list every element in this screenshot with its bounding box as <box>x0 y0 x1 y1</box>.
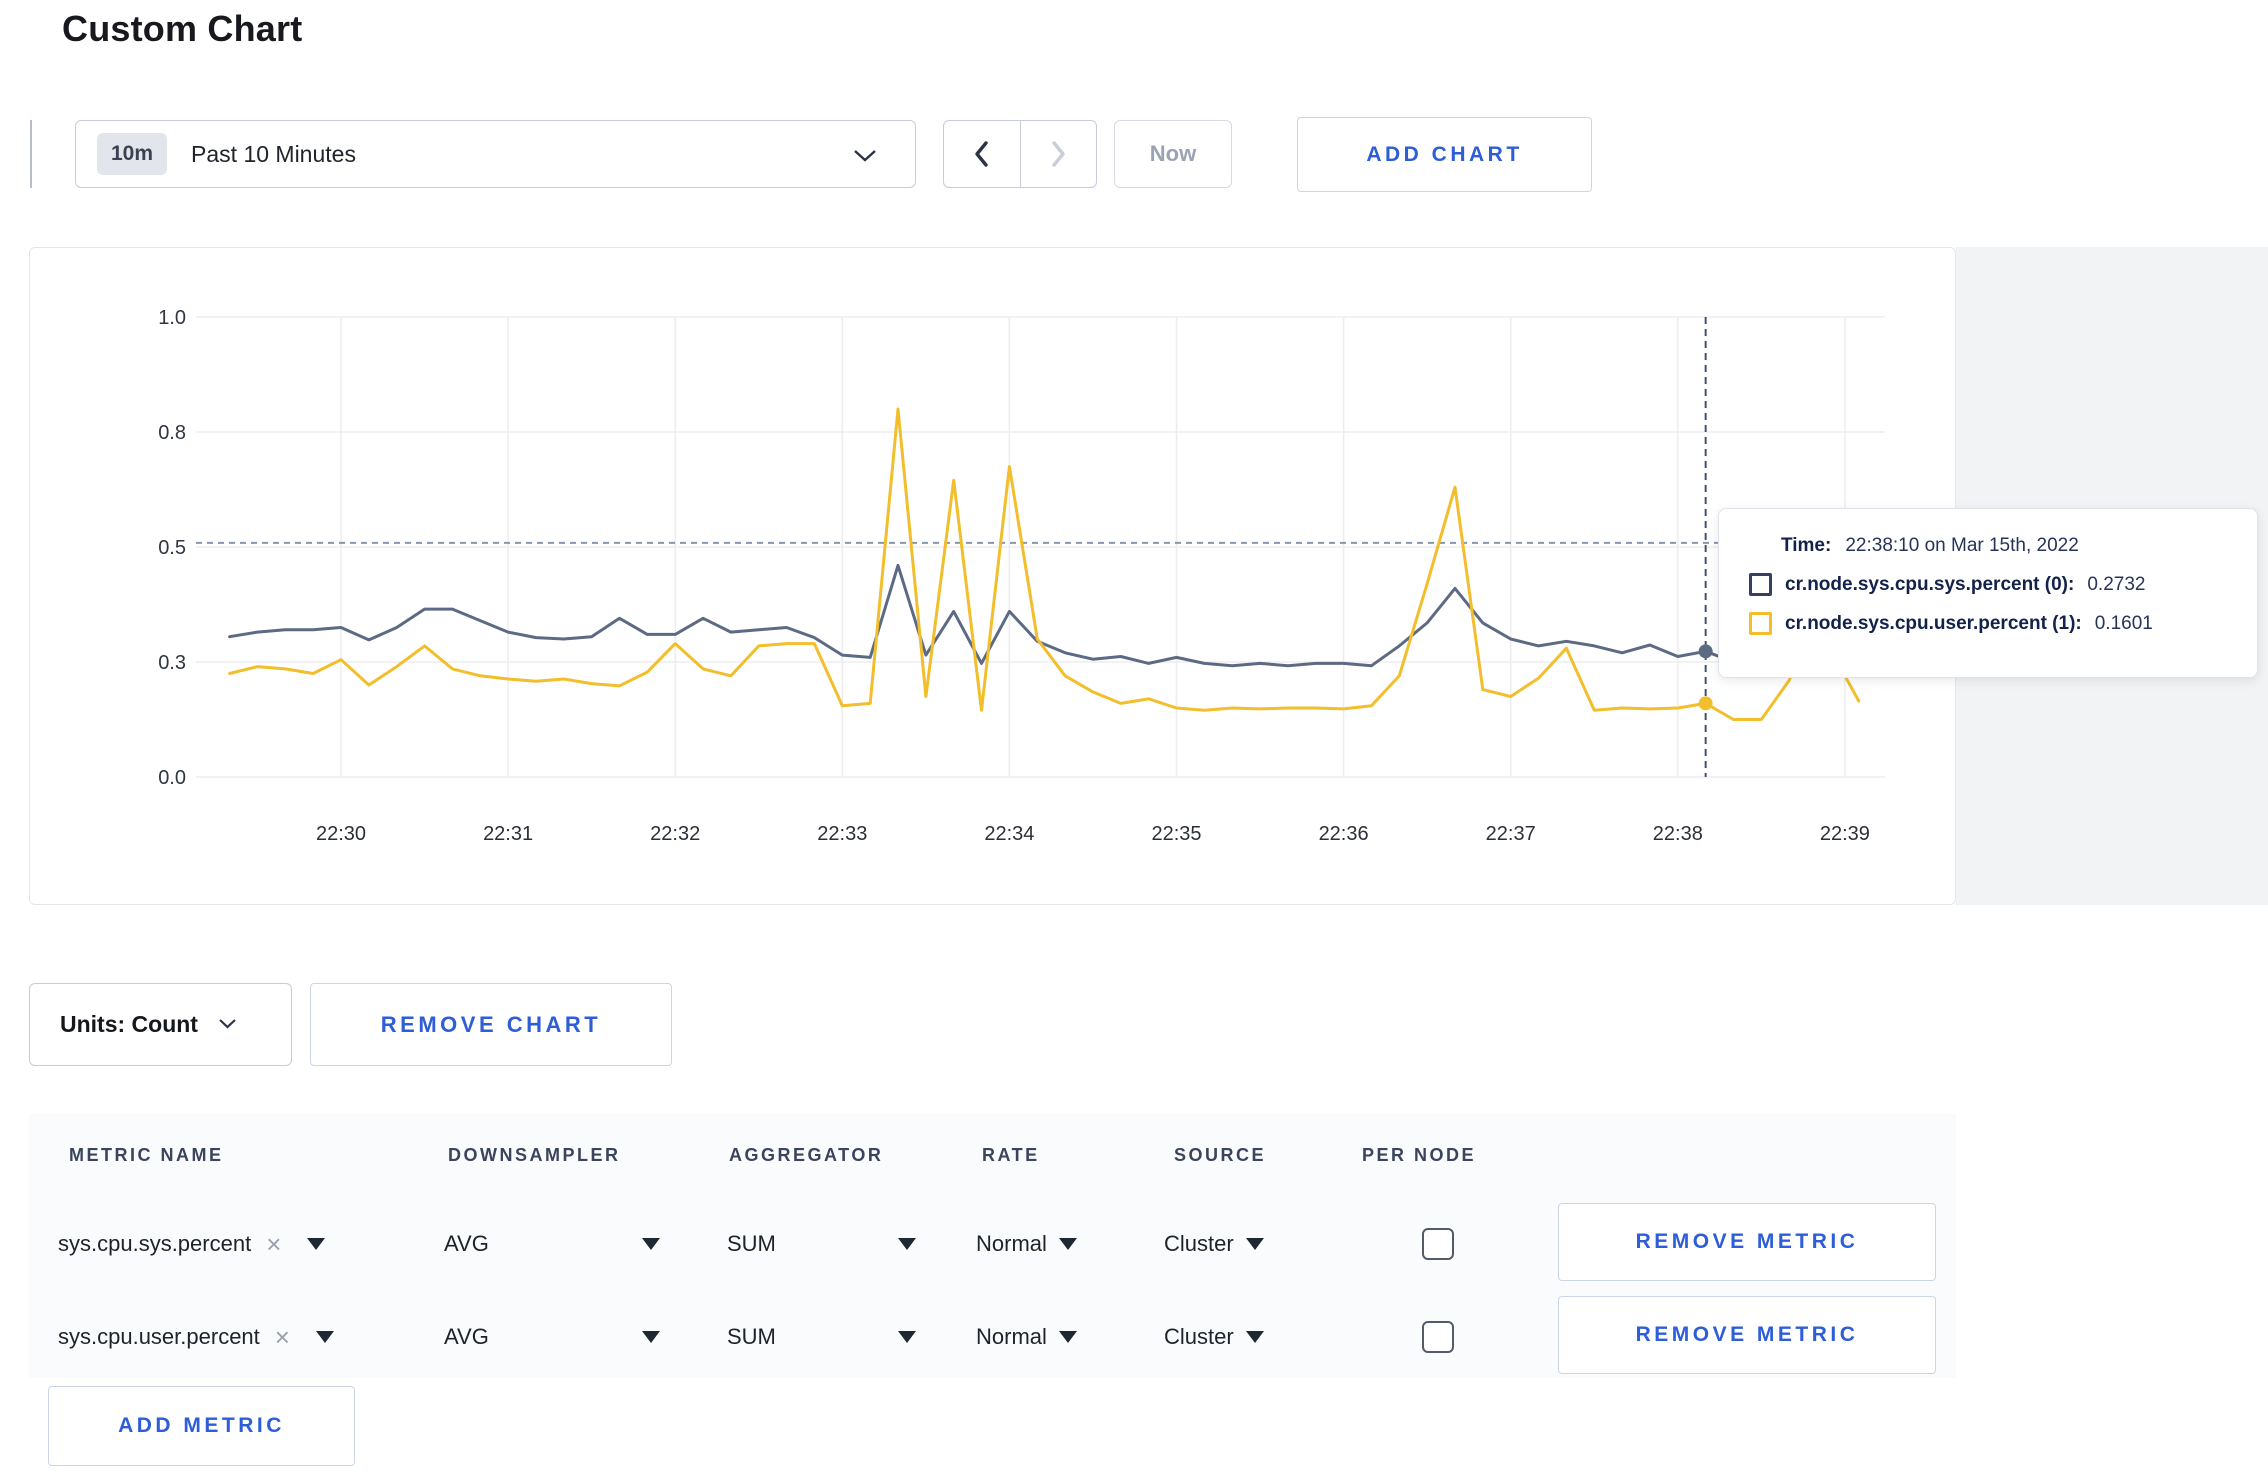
time-range-dropdown[interactable]: 10m Past 10 Minutes <box>75 120 916 188</box>
per-node-checkbox[interactable] <box>1422 1321 1454 1353</box>
x-axis-tick-label: 22:31 <box>483 823 533 845</box>
next-time-button[interactable] <box>1021 121 1097 187</box>
chevron-down-icon <box>218 1016 237 1034</box>
aggregator-value: SUM <box>727 1230 776 1256</box>
tooltip-series-label: cr.node.sys.cpu.user.percent (1): <box>1785 612 2082 634</box>
chevron-down-icon <box>853 149 877 167</box>
tooltip-series-row: cr.node.sys.cpu.user.percent (1): 0.1601 <box>1749 612 2257 635</box>
metric-row: sys.cpu.sys.percent × AVG SUM Normal Cluster R… <box>29 1197 1956 1290</box>
x-axis-tick-label: 22:36 <box>1319 823 1369 845</box>
aggregator-select[interactable]: SUM <box>727 1324 916 1350</box>
x-axis-tick-label: 22:32 <box>650 823 700 845</box>
hover-point-dot <box>1698 696 1713 711</box>
toolbar-divider <box>30 120 32 188</box>
time-range-label: Past 10 Minutes <box>191 140 356 167</box>
time-range-badge: 10m <box>97 133 168 175</box>
source-value: Cluster <box>1164 1230 1234 1256</box>
line-chart[interactable]: 0.0 0.3 0.5 0.8 1.0 22:30 22:31 22:32 22:33 22:34… <box>30 248 1955 904</box>
clear-metric-icon[interactable]: × <box>266 1231 281 1257</box>
dropdown-arrow-icon <box>1058 1237 1077 1250</box>
tooltip-time-value: 22:38:10 on Mar 15th, 2022 <box>1845 535 2079 556</box>
prev-time-button[interactable] <box>944 121 1020 187</box>
dropdown-arrow-icon <box>1058 1330 1077 1343</box>
x-axis-tick-label: 22:33 <box>817 823 867 845</box>
aggregator-select[interactable]: SUM <box>727 1231 916 1257</box>
rate-select[interactable]: Normal <box>976 1231 1077 1257</box>
dropdown-arrow-icon <box>642 1330 660 1343</box>
source-select[interactable]: Cluster <box>1164 1231 1264 1257</box>
remove-metric-button[interactable]: REMOVE METRIC <box>1558 1296 1936 1374</box>
y-axis-tick-label: 0.0 <box>158 767 186 789</box>
custom-chart-page: Custom Chart 10m Past 10 Minutes Now ADD… <box>0 0 2268 1478</box>
series-line <box>228 407 1861 721</box>
y-axis-tick-label: 0.5 <box>158 537 186 559</box>
units-label: Units: Count <box>60 1011 198 1037</box>
rate-select[interactable]: Normal <box>976 1324 1077 1350</box>
column-header-per-node: PER NODE <box>1362 1145 1477 1165</box>
x-axis-tick-label: 22:34 <box>984 823 1034 845</box>
x-axis-tick-label: 22:38 <box>1653 823 1703 845</box>
now-button[interactable]: Now <box>1114 120 1232 188</box>
tooltip-time-label: Time: <box>1781 535 1832 556</box>
remove-metric-button[interactable]: REMOVE METRIC <box>1558 1203 1936 1281</box>
dropdown-arrow-icon <box>642 1237 660 1250</box>
chart-card: 0.0 0.3 0.5 0.8 1.0 22:30 22:31 22:32 22:33 22:34… <box>29 247 1956 905</box>
per-node-checkbox[interactable] <box>1422 1228 1454 1260</box>
metric-name-select[interactable]: sys.cpu.user.percent × <box>58 1324 334 1350</box>
metric-name-value: sys.cpu.sys.percent <box>58 1230 252 1256</box>
chart-tooltip: Time: 22:38:10 on Mar 15th, 2022 cr.node.… <box>1718 508 2258 678</box>
dropdown-arrow-icon[interactable] <box>307 1237 326 1250</box>
tooltip-series-row: cr.node.sys.cpu.sys.percent (0): 0.2732 <box>1749 573 2257 596</box>
x-axis-tick-label: 22:35 <box>1151 823 1201 845</box>
column-header-metric-name: METRIC NAME <box>69 1145 224 1165</box>
add-chart-button[interactable]: ADD CHART <box>1297 117 1592 192</box>
source-select[interactable]: Cluster <box>1164 1324 1264 1350</box>
metric-row: sys.cpu.user.percent × AVG SUM Normal Cluster… <box>29 1290 1956 1383</box>
y-axis-tick-label: 1.0 <box>158 307 186 329</box>
hover-point-dot <box>1698 644 1713 659</box>
x-axis-tick-label: 22:37 <box>1486 823 1536 845</box>
downsampler-select[interactable]: AVG <box>444 1324 660 1350</box>
dropdown-arrow-icon <box>1245 1237 1264 1250</box>
remove-chart-button[interactable]: REMOVE CHART <box>310 983 672 1066</box>
dropdown-arrow-icon <box>898 1330 916 1343</box>
units-dropdown[interactable]: Units: Count <box>29 983 292 1066</box>
downsampler-value: AVG <box>444 1230 489 1256</box>
aggregator-value: SUM <box>727 1323 776 1349</box>
downsampler-select[interactable]: AVG <box>444 1231 660 1257</box>
add-metric-button[interactable]: ADD METRIC <box>48 1386 355 1466</box>
tooltip-time: Time: 22:38:10 on Mar 15th, 2022 <box>1781 535 2257 557</box>
series-line <box>228 563 1847 668</box>
downsampler-value: AVG <box>444 1323 489 1349</box>
x-axis-tick-label: 22:39 <box>1820 823 1870 845</box>
column-header-source: SOURCE <box>1174 1145 1267 1165</box>
rate-value: Normal <box>976 1230 1047 1256</box>
column-header-aggregator: AGGREGATOR <box>729 1145 884 1165</box>
y-axis-tick-label: 0.3 <box>158 652 186 674</box>
tooltip-series-value: 0.1601 <box>2094 612 2153 634</box>
series-swatch-icon <box>1749 612 1772 635</box>
page-title: Custom Chart <box>62 8 303 49</box>
x-axis-tick-label: 22:30 <box>316 823 366 845</box>
rate-value: Normal <box>976 1323 1047 1349</box>
column-header-rate: RATE <box>982 1145 1040 1165</box>
metrics-table: METRIC NAME DOWNSAMPLER AGGREGATOR RATE … <box>29 1114 1956 1378</box>
dropdown-arrow-icon <box>898 1237 916 1250</box>
source-value: Cluster <box>1164 1323 1234 1349</box>
metric-name-value: sys.cpu.user.percent <box>58 1323 260 1349</box>
dropdown-arrow-icon <box>1245 1330 1264 1343</box>
time-pager <box>943 120 1097 188</box>
column-header-downsampler: DOWNSAMPLER <box>448 1145 621 1165</box>
clear-metric-icon[interactable]: × <box>275 1324 290 1350</box>
tooltip-series-label: cr.node.sys.cpu.sys.percent (0): <box>1785 573 2075 595</box>
metric-name-select[interactable]: sys.cpu.sys.percent × <box>58 1230 326 1257</box>
y-axis-tick-label: 0.8 <box>158 422 186 444</box>
tooltip-series-value: 0.2732 <box>2087 573 2146 595</box>
series-swatch-icon <box>1749 573 1772 596</box>
dropdown-arrow-icon[interactable] <box>315 1330 334 1343</box>
